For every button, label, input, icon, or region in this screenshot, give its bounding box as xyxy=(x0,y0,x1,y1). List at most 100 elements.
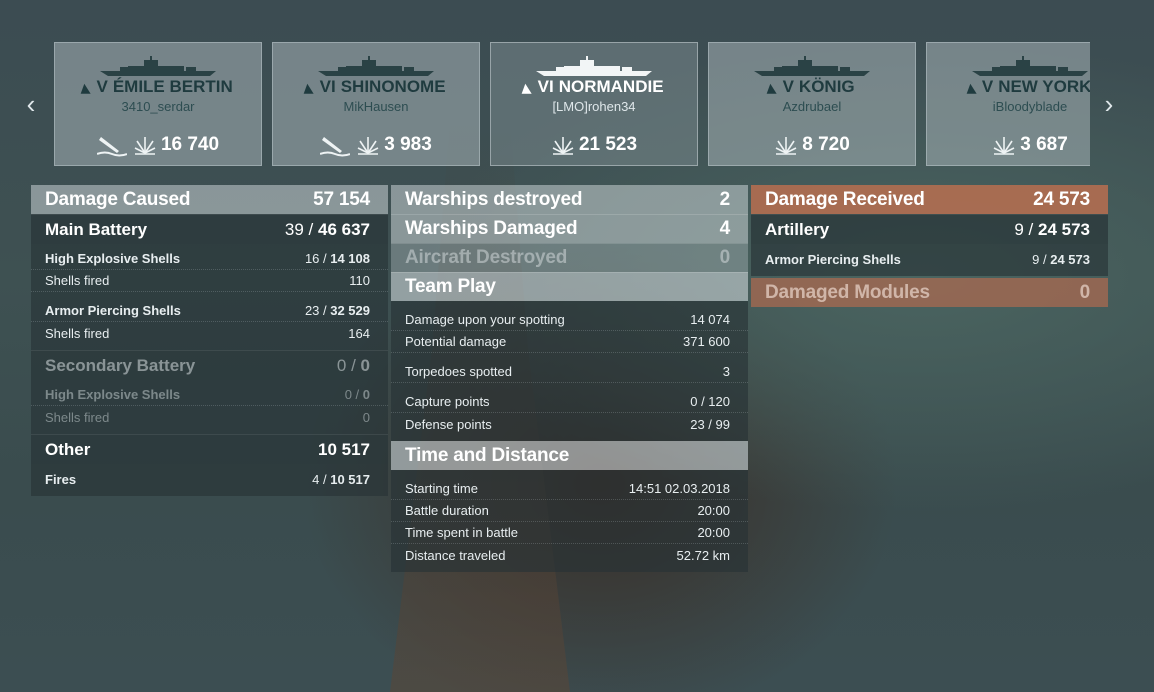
ship-tier: V xyxy=(782,77,794,96)
stat-row: Armor Piercing Shells 9 / 24 573 xyxy=(751,248,1108,270)
stat-row: Time spent in battle 20:00 xyxy=(391,522,748,544)
damage-received-title: Damage Received xyxy=(765,188,925,210)
ship-damage-value: 3 687 xyxy=(1020,134,1068,155)
stat-row: Starting time 14:51 02.03.2018 xyxy=(391,478,748,500)
warships-destroyed-value: 2 xyxy=(719,188,731,210)
ship-damage-row: 21 523 xyxy=(491,133,697,157)
ship-tier: VI xyxy=(537,77,554,96)
stat-row: Shells fired 164 xyxy=(31,322,388,344)
other-value: 10 517 xyxy=(318,439,370,459)
player-name: [LMO]rohen34 xyxy=(552,99,636,114)
stat-row: High Explosive Shells 16 / 14 108 xyxy=(31,248,388,270)
stat-row: Defense points 23 / 99 xyxy=(391,413,748,435)
stat-label: Shells fired xyxy=(45,325,110,341)
secondary-battery-header: Secondary Battery 0 / 0 xyxy=(31,350,388,380)
aircraft-destroyed-value: 0 xyxy=(719,247,731,268)
damage-icon xyxy=(774,133,798,157)
damage-caused-title: Damage Caused xyxy=(45,188,191,210)
ship-damage-row: 8 720 xyxy=(709,133,915,157)
ship-card[interactable]: ◣V KÖNIG Azdrubael 8 720 xyxy=(708,42,916,166)
damage-icon xyxy=(356,133,380,157)
team-play-header: Team Play xyxy=(391,272,748,301)
ship-damage-value: 21 523 xyxy=(578,134,638,155)
stat-row: High Explosive Shells 0 / 0 xyxy=(31,384,388,406)
ship-card[interactable]: ◣VI NORMANDIE [LMO]rohen34 21 523 xyxy=(490,42,698,166)
stat-value: 14:51 02.03.2018 xyxy=(628,481,730,496)
player-name: MikHausen xyxy=(343,99,409,114)
ship-card[interactable]: ◣VI SHINONOME MikHausen 3 983 xyxy=(272,42,480,166)
sunk-icon xyxy=(96,133,128,157)
other-header: Other 10 517 xyxy=(31,434,388,464)
stat-value: 164 xyxy=(348,325,370,341)
main-battery-details: High Explosive Shells 16 / 14 108 Shells f… xyxy=(31,244,388,350)
stat-value: 23 / 32 529 xyxy=(304,303,370,318)
stat-label: Shells fired xyxy=(45,273,110,288)
stat-value: 52.72 km xyxy=(676,547,730,563)
ship-class-icon: ◣ xyxy=(80,81,96,95)
stat-row: Battle duration 20:00 xyxy=(391,500,748,522)
ship-silhouette-icon xyxy=(316,55,436,77)
stat-row: Damage upon your spotting 14 074 xyxy=(391,309,748,331)
middle-stats-panel: Warships destroyed 2 Warships Damaged 4 … xyxy=(391,185,748,572)
player-name: iBloodyblade xyxy=(992,99,1068,114)
damage-caused-header: Damage Caused 57 154 xyxy=(31,185,388,214)
stat-value: 0 / 0 xyxy=(344,387,370,402)
stat-value: 20:00 xyxy=(697,525,730,540)
other-label: Other xyxy=(45,439,91,459)
damage-icon xyxy=(992,133,1016,157)
stat-value: 371 600 xyxy=(683,334,730,349)
artillery-label: Artillery xyxy=(765,219,830,239)
stat-value: 0 / 120 xyxy=(690,394,730,409)
ship-tier: V xyxy=(981,77,994,96)
time-distance-title: Time and Distance xyxy=(405,444,570,466)
warships-damaged-row: Warships Damaged 4 xyxy=(391,214,748,243)
warships-damaged-label: Warships Damaged xyxy=(405,218,578,239)
ship-class-icon: ◣ xyxy=(521,81,537,95)
chevron-left-icon[interactable]: ‹ xyxy=(22,91,40,117)
stat-value: 4 / 10 517 xyxy=(312,471,370,487)
ship-damage-row: 16 740 xyxy=(55,133,261,157)
artillery-value: 9 / 24 573 xyxy=(1014,219,1090,239)
stat-value: 14 074 xyxy=(690,312,730,327)
damage-received-panel: Damage Received 24 573 Artillery 9 / 24 … xyxy=(751,185,1108,307)
damage-received-total: 24 573 xyxy=(1033,188,1090,210)
stat-row: Capture points 0 / 120 xyxy=(391,391,748,413)
ship-tier: V xyxy=(96,77,108,96)
stat-row: Shells fired 110 xyxy=(31,270,388,292)
stat-label: Shells fired xyxy=(45,409,110,425)
ship-card[interactable]: ◣V NEW YORK iBloodyblade 3 687 xyxy=(926,42,1090,166)
ship-class-icon: ◣ xyxy=(766,81,782,95)
ship-card[interactable]: ◣V ÉMILE BERTIN 3410_serdar 16 740 xyxy=(54,42,262,166)
damage-caused-total: 57 154 xyxy=(313,188,370,210)
damaged-modules-value: 0 xyxy=(1079,281,1091,303)
stat-label: Defense points xyxy=(405,416,492,432)
stat-label: Capture points xyxy=(405,394,490,409)
chevron-right-icon[interactable]: › xyxy=(1100,91,1118,117)
ship-damage-row: 3 983 xyxy=(273,133,479,157)
stat-row: Distance traveled 52.72 km xyxy=(391,544,748,566)
ship-name: ÉMILE BERTIN xyxy=(112,77,233,96)
ship-carousel: ◣V ÉMILE BERTIN 3410_serdar 16 740 ◣VI SHINON… xyxy=(54,42,1090,166)
damage-caused-panel: Damage Caused 57 154 Main Battery 39 / 4… xyxy=(31,185,388,496)
stat-value: 20:00 xyxy=(697,503,730,518)
stat-value: 23 / 99 xyxy=(690,416,730,432)
other-details: Fires 4 / 10 517 xyxy=(31,464,388,496)
player-name: 3410_serdar xyxy=(121,99,195,114)
ship-silhouette-icon xyxy=(534,55,654,77)
stat-row: Torpedoes spotted 3 xyxy=(391,361,748,383)
ship-silhouette-icon xyxy=(752,55,872,77)
ship-silhouette-icon xyxy=(970,55,1090,77)
stat-label: Damage upon your spotting xyxy=(405,312,565,327)
stat-row: Potential damage 371 600 xyxy=(391,331,748,353)
ship-damage-value: 16 740 xyxy=(160,134,220,155)
stat-row: Shells fired 0 xyxy=(31,406,388,428)
stat-label: Armor Piercing Shells xyxy=(765,251,901,267)
team-play-details: Damage upon your spotting 14 074 Potential… xyxy=(391,301,748,441)
stat-label: Armor Piercing Shells xyxy=(45,303,181,318)
damage-icon xyxy=(551,133,575,157)
secondary-battery-details: High Explosive Shells 0 / 0 Shells fired 0 xyxy=(31,380,388,434)
time-distance-details: Starting time 14:51 02.03.2018 Battle dura… xyxy=(391,470,748,572)
ship-damage-value: 8 720 xyxy=(802,134,850,155)
row-gap xyxy=(391,383,748,391)
stat-value: 3 xyxy=(722,364,730,379)
